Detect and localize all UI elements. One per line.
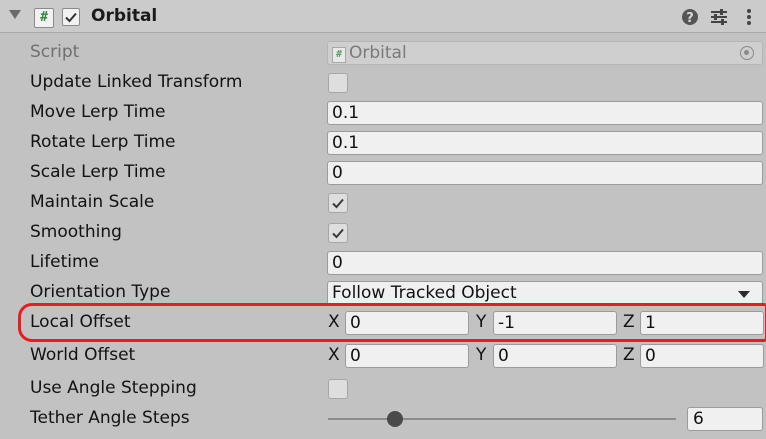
component-header: # Orbital ?	[0, 0, 766, 33]
local-offset-label: Local Offset	[30, 312, 131, 332]
row-lifetime: Lifetime 0	[0, 248, 766, 278]
orientation-type-dropdown[interactable]: Follow Tracked Object	[327, 281, 763, 305]
world-offset-z-label: Z	[623, 345, 635, 365]
use-angle-stepping-label: Use Angle Stepping	[30, 378, 197, 398]
update-linked-transform-label: Update Linked Transform	[30, 72, 243, 92]
move-lerp-time-input[interactable]: 0.1	[327, 101, 763, 125]
dropdown-arrow-icon	[738, 291, 750, 298]
lifetime-input[interactable]: 0	[327, 251, 763, 275]
row-rotate-lerp-time: Rotate Lerp Time 0.1	[0, 128, 766, 158]
row-maintain-scale: Maintain Scale	[0, 188, 766, 218]
world-offset-y-label: Y	[476, 345, 487, 365]
rotate-lerp-time-input[interactable]: 0.1	[327, 131, 763, 155]
lifetime-label: Lifetime	[30, 252, 100, 272]
object-picker-icon[interactable]	[740, 46, 754, 60]
world-offset-x-input[interactable]: 0	[345, 344, 469, 368]
script-hash-icon: #	[332, 47, 346, 63]
tether-angle-steps-input[interactable]: 6	[687, 407, 763, 431]
move-lerp-time-label: Move Lerp Time	[30, 102, 166, 122]
checkmark-icon	[65, 12, 77, 23]
script-value: Orbital	[349, 43, 407, 63]
row-smoothing: Smoothing	[0, 218, 766, 248]
scale-lerp-time-label: Scale Lerp Time	[30, 162, 166, 182]
row-tether-angle-steps: Tether Angle Steps 6	[0, 404, 766, 434]
local-offset-y-input[interactable]: -1	[493, 311, 617, 335]
foldout-arrow-icon[interactable]	[9, 10, 21, 19]
kebab-menu-icon[interactable]	[739, 7, 759, 27]
checkmark-icon	[332, 198, 344, 209]
local-offset-z-input[interactable]: 1	[640, 311, 764, 335]
world-offset-y-input[interactable]: 0	[493, 344, 617, 368]
maintain-scale-checkbox[interactable]	[328, 193, 348, 213]
rotate-lerp-time-label: Rotate Lerp Time	[30, 132, 176, 152]
use-angle-stepping-checkbox[interactable]	[328, 379, 348, 399]
smoothing-checkbox[interactable]	[328, 223, 348, 243]
row-script: Script # Orbital	[0, 38, 766, 68]
scale-lerp-time-input[interactable]: 0	[327, 161, 763, 185]
component-enabled-checkbox[interactable]	[62, 8, 80, 26]
row-update-linked-transform: Update Linked Transform	[0, 68, 766, 98]
row-use-angle-stepping: Use Angle Stepping	[0, 374, 766, 404]
row-scale-lerp-time: Scale Lerp Time 0	[0, 158, 766, 188]
world-offset-x-label: X	[328, 345, 340, 365]
row-orientation-type: Orientation Type Follow Tracked Object	[0, 278, 766, 308]
svg-text:?: ?	[686, 11, 694, 26]
orientation-type-value: Follow Tracked Object	[332, 283, 517, 303]
tether-angle-steps-label: Tether Angle Steps	[30, 408, 190, 428]
row-world-offset: World Offset X 0 Y 0 Z 0	[0, 341, 766, 371]
smoothing-label: Smoothing	[30, 222, 122, 242]
maintain-scale-label: Maintain Scale	[30, 192, 155, 212]
row-move-lerp-time: Move Lerp Time 0.1	[0, 98, 766, 128]
component-title: Orbital	[91, 6, 158, 26]
tether-angle-steps-slider-track[interactable]	[328, 418, 676, 420]
script-label: Script	[30, 42, 80, 62]
checkmark-icon	[332, 228, 344, 239]
world-offset-z-input[interactable]: 0	[640, 344, 764, 368]
orientation-type-label: Orientation Type	[30, 282, 171, 302]
local-offset-y-label: Y	[476, 312, 487, 332]
script-hash-icon: #	[34, 8, 54, 28]
help-icon[interactable]: ?	[680, 7, 700, 27]
world-offset-label: World Offset	[30, 345, 136, 365]
local-offset-x-input[interactable]: 0	[345, 311, 469, 335]
local-offset-z-label: Z	[623, 312, 635, 332]
local-offset-x-label: X	[328, 312, 340, 332]
tether-angle-steps-slider-thumb[interactable]	[387, 411, 403, 427]
row-local-offset: Local Offset X 0 Y -1 Z 1	[0, 308, 766, 338]
script-object-field: # Orbital	[327, 41, 763, 65]
update-linked-transform-checkbox[interactable]	[328, 73, 348, 93]
presets-sliders-icon[interactable]	[709, 7, 729, 27]
